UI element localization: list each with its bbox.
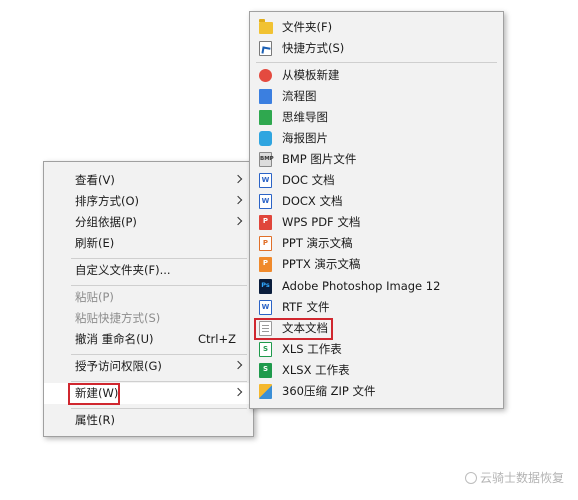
submenu-item-label: 海报图片 [282,131,328,145]
submenu-item-from-template[interactable]: 从模板新建 [250,65,503,86]
poster-icon [259,131,272,146]
submenu-item-bmp[interactable]: BMP BMP 图片文件 [250,149,503,170]
submenu-item-label: DOCX 文档 [282,194,343,208]
chevron-right-icon [233,174,243,184]
menu-item-paste: 粘贴(P) [44,287,253,308]
rtf-file-icon: W [259,300,272,315]
highlight-box [68,383,120,405]
submenu-item-label: 从模板新建 [282,68,340,82]
folder-icon [259,19,273,34]
watermark: 云骑士数据恢复 [464,469,564,486]
watermark-logo-icon [464,472,477,484]
menu-separator [256,62,497,63]
chevron-right-icon [233,360,243,370]
desktop-context-menu: 查看(V) 排序方式(O) 分组依据(P) 刷新(E) 自定义文件夹(F)...… [43,161,254,437]
submenu-item-mindmap[interactable]: 思维导图 [250,107,503,128]
submenu-item-doc[interactable]: W DOC 文档 [250,170,503,191]
submenu-item-xlsx[interactable]: S XLSX 工作表 [250,360,503,381]
menu-separator [71,408,247,409]
menu-item-group-by[interactable]: 分组依据(P) [44,212,253,233]
menu-item-refresh[interactable]: 刷新(E) [44,233,253,254]
pptx-file-icon: P [259,257,272,272]
submenu-item-label: 思维导图 [282,110,328,124]
menu-separator [71,258,247,259]
doc-file-icon: W [259,173,272,188]
submenu-item-label: 流程图 [282,89,317,103]
mindmap-icon [259,110,272,125]
shortcut-hint: Ctrl+Z [198,332,236,346]
menu-item-label: 授予访问权限(G) [75,359,162,373]
menu-item-label: 分组依据(P) [75,215,137,229]
submenu-item-label: WPS PDF 文档 [282,215,361,229]
photoshop-file-icon: Ps [259,279,272,294]
menu-item-label: 粘贴快捷方式(S) [75,311,161,325]
menu-item-label: 刷新(E) [75,236,115,250]
menu-item-view[interactable]: 查看(V) [44,170,253,191]
submenu-item-shortcut[interactable]: 快捷方式(S) [250,38,503,59]
menu-item-label: 撤消 重命名(U) [75,332,154,346]
menu-item-label: 查看(V) [75,173,115,187]
new-submenu: 文件夹(F) 快捷方式(S) 从模板新建 流程图 思维导图 海报图片 BMP B… [249,11,504,409]
menu-separator [71,285,247,286]
submenu-item-photoshop[interactable]: Ps Adobe Photoshop Image 12 [250,276,503,297]
menu-item-label: 自定义文件夹(F)... [75,263,171,277]
bmp-file-icon: BMP [259,152,274,167]
submenu-item-folder[interactable]: 文件夹(F) [250,17,503,38]
menu-item-customize-folder[interactable]: 自定义文件夹(F)... [44,260,253,281]
docx-file-icon: W [259,194,272,209]
menu-item-sort-by[interactable]: 排序方式(O) [44,191,253,212]
submenu-item-poster[interactable]: 海报图片 [250,128,503,149]
submenu-item-pptx[interactable]: P PPTX 演示文稿 [250,254,503,275]
submenu-item-label: RTF 文件 [282,300,330,314]
template-icon [259,69,272,82]
zip-file-icon [259,384,272,399]
submenu-item-zip[interactable]: 360压缩 ZIP 文件 [250,381,503,402]
menu-item-label: 属性(R) [75,413,115,427]
submenu-item-pdf[interactable]: P WPS PDF 文档 [250,212,503,233]
chevron-right-icon [233,216,243,226]
pdf-file-icon: P [259,215,272,230]
submenu-item-label: DOC 文档 [282,173,335,187]
menu-item-undo-rename[interactable]: 撤消 重命名(U) Ctrl+Z [44,329,253,350]
submenu-item-rtf[interactable]: W RTF 文件 [250,297,503,318]
submenu-item-label: PPT 演示文稿 [282,236,353,250]
watermark-text: 云骑士数据恢复 [479,471,564,485]
submenu-item-label: XLS 工作表 [282,342,342,356]
chevron-right-icon [233,387,243,397]
shortcut-icon [259,41,272,56]
submenu-item-label: 360压缩 ZIP 文件 [282,384,376,398]
submenu-item-ppt[interactable]: P PPT 演示文稿 [250,233,503,254]
submenu-item-label: XLSX 工作表 [282,363,350,377]
chevron-right-icon [233,195,243,205]
submenu-item-label: BMP 图片文件 [282,152,357,166]
menu-item-properties[interactable]: 属性(R) [44,410,253,431]
xls-file-icon: S [259,342,272,357]
menu-item-give-access[interactable]: 授予访问权限(G) [44,356,253,377]
flowchart-icon [259,89,272,104]
menu-separator [71,381,247,382]
submenu-item-label: Adobe Photoshop Image 12 [282,279,441,293]
xlsx-file-icon: S [259,363,272,378]
submenu-item-flowchart[interactable]: 流程图 [250,86,503,107]
menu-item-paste-shortcut: 粘贴快捷方式(S) [44,308,253,329]
menu-item-label: 粘贴(P) [75,290,114,304]
submenu-item-label: 快捷方式(S) [282,41,345,55]
submenu-item-label: 文件夹(F) [282,20,333,34]
ppt-file-icon: P [259,236,272,251]
submenu-item-label: PPTX 演示文稿 [282,257,361,271]
menu-separator [71,354,247,355]
submenu-item-docx[interactable]: W DOCX 文档 [250,191,503,212]
highlight-box [254,318,333,340]
menu-item-label: 排序方式(O) [75,194,140,208]
submenu-item-xls[interactable]: S XLS 工作表 [250,339,503,360]
